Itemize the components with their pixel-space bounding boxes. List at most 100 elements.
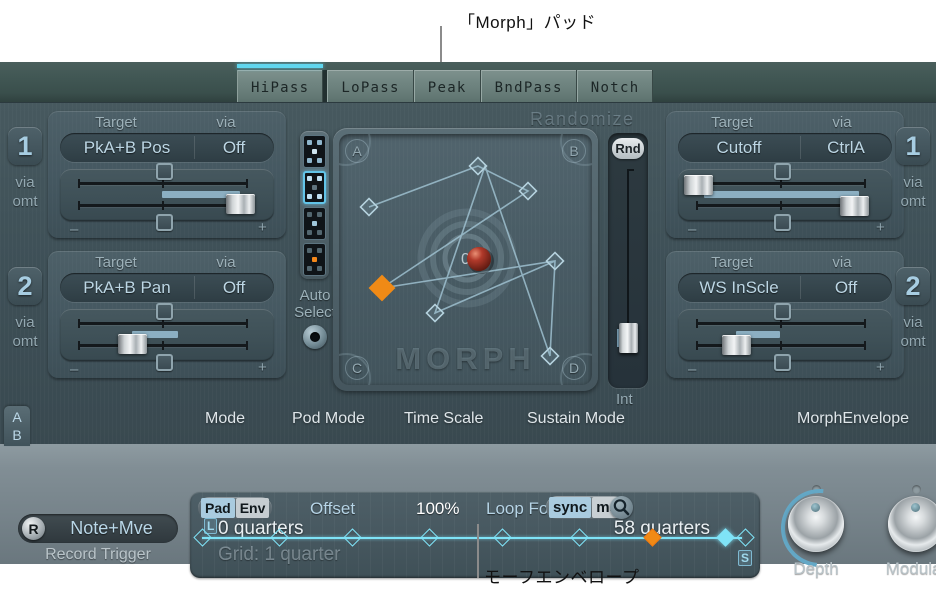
mod-left-2-plus: + bbox=[258, 359, 267, 376]
mod-right-1-handle-top[interactable] bbox=[774, 163, 791, 180]
tab-lopass[interactable]: LoPass bbox=[327, 70, 414, 106]
envelope-node[interactable] bbox=[420, 528, 439, 547]
mod-left-1-handle-bottom[interactable] bbox=[156, 214, 173, 231]
preset-dot bbox=[307, 194, 312, 199]
envelope-node[interactable] bbox=[343, 528, 362, 547]
filter-tab-band: HiPass LoPass Peak BndPass Notch bbox=[0, 62, 936, 106]
mod-left-1-selector[interactable]: PkA+B Pos Off bbox=[60, 133, 274, 162]
annotation-top: 「Morph」パッド bbox=[458, 13, 597, 32]
modulation-knob[interactable] bbox=[888, 496, 936, 552]
mod-right-1-via-header: via bbox=[832, 114, 852, 131]
mod-right-1-thumb-min[interactable] bbox=[684, 175, 713, 195]
mod-left-1-slider-box bbox=[60, 163, 274, 231]
depth-knob[interactable] bbox=[788, 496, 844, 552]
mod-right-1-via-amt-label: via omt bbox=[892, 173, 934, 211]
morph-envelope-editor[interactable]: Pad Env Offset 100% Loop Forward sync ms… bbox=[190, 492, 760, 578]
randomize-thumb[interactable] bbox=[619, 323, 638, 353]
preset-dot bbox=[317, 176, 322, 181]
mod-left-2-slider-box bbox=[60, 303, 274, 371]
tab-notch[interactable]: Notch bbox=[576, 70, 654, 106]
mod-left-2-tick-upper bbox=[162, 319, 164, 328]
mod-left-2-number[interactable]: 2 bbox=[8, 267, 42, 305]
mod-right-1-handle-bottom[interactable] bbox=[774, 214, 791, 231]
mod-right-1-thumb-max[interactable] bbox=[840, 196, 869, 216]
envelope-node-active[interactable] bbox=[716, 528, 735, 547]
mod-left-2-handle-bottom[interactable] bbox=[156, 354, 173, 371]
preset-dot bbox=[317, 194, 322, 199]
mod-right-1-minus: – bbox=[688, 221, 697, 238]
tab-peak[interactable]: Peak bbox=[413, 70, 481, 106]
preset-dot bbox=[307, 230, 312, 235]
preset-cell-1[interactable] bbox=[303, 135, 326, 168]
mod-right-2-tick-lower bbox=[780, 341, 782, 350]
zoom-icon[interactable] bbox=[610, 496, 633, 519]
tab-bndpass-label: BndPass bbox=[494, 80, 563, 96]
preset-dot bbox=[317, 212, 322, 217]
randomize-slider-column: Rnd bbox=[608, 133, 648, 388]
auto-select-toggle[interactable] bbox=[303, 325, 327, 349]
ab-compare-tab[interactable]: A B bbox=[4, 406, 30, 446]
magnifier-glyph bbox=[613, 499, 630, 516]
tab-bndpass[interactable]: BndPass bbox=[480, 70, 577, 106]
mod-left-2-track-upper bbox=[78, 319, 248, 328]
mod-right-2-selector[interactable]: WS InScle Off bbox=[678, 273, 892, 302]
envelope-sync-option[interactable]: sync bbox=[549, 497, 592, 518]
mod-right-2-via-header: via bbox=[832, 254, 852, 271]
preset-dot bbox=[307, 140, 312, 145]
mod-left-2-selector[interactable]: PkA+B Pan Off bbox=[60, 273, 274, 302]
mod-right-row-1: Target via Cutoff CtrlA – + bbox=[666, 111, 904, 239]
preset-dot bbox=[307, 248, 312, 253]
annotation-bottom-leader bbox=[477, 524, 479, 578]
morph-pad[interactable]: A B C D MORPH 0 bbox=[339, 134, 592, 385]
preset-dot bbox=[307, 266, 312, 271]
randomize-caption: Int bbox=[616, 391, 633, 408]
preset-dot bbox=[317, 266, 322, 271]
mod-left-1-number[interactable]: 1 bbox=[8, 127, 42, 165]
mod-right-1-number[interactable]: 1 bbox=[896, 127, 930, 165]
mod-left-2-via-amt-label: via omt bbox=[5, 313, 45, 351]
mod-left-1-tick-lower bbox=[162, 201, 164, 210]
mod-left-1-via-value: Off bbox=[222, 137, 246, 157]
preset-dot-active bbox=[312, 257, 317, 262]
mod-right-1-tick-lower bbox=[780, 201, 782, 210]
ab-tab-line-b: B bbox=[12, 427, 22, 443]
auto-select-line2: Select bbox=[294, 304, 336, 321]
mod-left-2-track-lower bbox=[78, 341, 248, 350]
envelope-pod-mode-value[interactable]: Offset bbox=[310, 499, 355, 519]
preset-cell-2[interactable] bbox=[303, 171, 326, 204]
envelope-sustain-marker[interactable]: S bbox=[737, 550, 752, 566]
mod-right-2-number[interactable]: 2 bbox=[896, 267, 930, 305]
mod-right-2-handle-bottom[interactable] bbox=[774, 354, 791, 371]
filter-tabs: HiPass LoPass Peak BndPass Notch bbox=[237, 62, 654, 106]
mod-left-2-thumb[interactable] bbox=[118, 334, 147, 354]
mod-right-2-handle-top[interactable] bbox=[774, 303, 791, 320]
mod-right-1-plus: + bbox=[876, 219, 885, 236]
randomize-button[interactable]: Rnd bbox=[612, 138, 644, 159]
record-trigger-control[interactable]: R Note+Mve bbox=[18, 514, 178, 543]
mod-right-1-selector[interactable]: Cutoff CtrlA bbox=[678, 133, 892, 162]
auto-select-label: Auto Select bbox=[292, 287, 338, 321]
envelope-mode-env[interactable]: Env bbox=[235, 498, 270, 518]
envelope-mode-toggle[interactable]: Pad Env bbox=[198, 497, 273, 519]
mod-right-2-thumb[interactable] bbox=[722, 335, 751, 355]
tab-hipass[interactable]: HiPass bbox=[237, 64, 324, 106]
envelope-node[interactable] bbox=[570, 528, 589, 547]
mod-left-1-track-lower bbox=[78, 201, 248, 210]
mod-left-2-via-header: via bbox=[216, 254, 236, 271]
mod-right-2-via-text: via bbox=[903, 314, 923, 331]
preset-cell-4[interactable] bbox=[303, 243, 326, 276]
record-icon[interactable]: R bbox=[22, 517, 45, 540]
pad-preset-selector[interactable] bbox=[300, 131, 329, 279]
modulation-knob-indicator-dot bbox=[912, 485, 921, 494]
preset-cell-3[interactable] bbox=[303, 207, 326, 240]
mod-left-2-handle-top[interactable] bbox=[156, 303, 173, 320]
envelope-time-scale-value[interactable]: 100% bbox=[416, 499, 459, 519]
envelope-header-pod-mode: Pod Mode bbox=[292, 410, 365, 427]
envelope-node[interactable] bbox=[736, 528, 755, 547]
envelope-mode-pad[interactable]: Pad bbox=[201, 498, 235, 518]
mod-left-2-target-header: Target bbox=[95, 254, 137, 271]
envelope-header-sustain-mode: Sustain Mode bbox=[527, 410, 625, 427]
mod-left-1-handle-top[interactable] bbox=[156, 163, 173, 180]
envelope-node[interactable] bbox=[493, 528, 512, 547]
mod-left-1-thumb[interactable] bbox=[226, 194, 255, 214]
